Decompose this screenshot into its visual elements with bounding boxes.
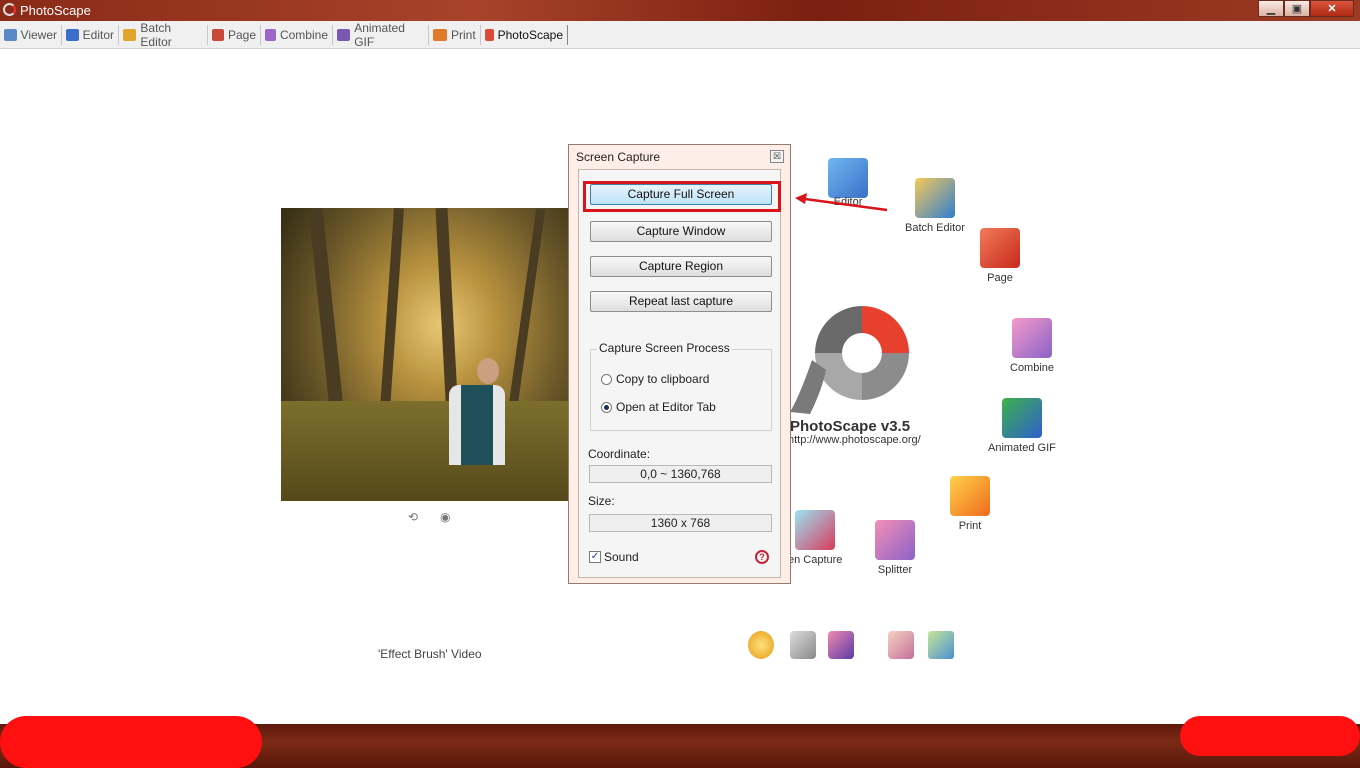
app-icon-screen-capture[interactable]: en Capture — [788, 510, 842, 566]
redaction-right — [1180, 716, 1360, 756]
logo-url[interactable]: http://www.photoscape.org/ — [788, 434, 921, 446]
redaction-left — [0, 716, 262, 768]
sound-checkbox[interactable]: ✓ — [589, 551, 601, 563]
tab-label: Editor — [82, 28, 114, 42]
tab-print[interactable]: Print — [429, 25, 481, 45]
radio-copy-to-clipboard[interactable]: Copy to clipboard — [601, 372, 709, 386]
refresh-icon[interactable]: ⟲ — [408, 511, 422, 523]
person-language-icon[interactable] — [828, 631, 854, 659]
red-arrow-annotation — [795, 193, 888, 212]
maximize-button[interactable]: ▣ — [1284, 0, 1310, 17]
help-icon[interactable]: ? — [755, 550, 769, 564]
person-question-icon[interactable] — [888, 631, 914, 659]
close-button[interactable]: ✕ — [1310, 0, 1354, 17]
sound-checkbox-row[interactable]: ✓ Sound — [589, 550, 639, 564]
tab-page[interactable]: Page — [208, 25, 261, 45]
size-field: 1360 x 768 — [589, 514, 772, 532]
print-icon — [433, 29, 447, 41]
tab-editor[interactable]: Editor — [62, 25, 119, 45]
combine-icon — [265, 29, 276, 41]
sound-label: Sound — [604, 550, 639, 564]
tab-label: Batch Editor — [140, 21, 172, 49]
tab-label: PhotoScape — [497, 28, 563, 42]
app-icon-page[interactable]: Page — [980, 228, 1020, 284]
capture-process-group — [590, 349, 772, 431]
tab-animated-gif[interactable]: Animated GIF — [333, 21, 429, 49]
batch-editor-icon — [123, 29, 137, 41]
tab-label: Animated GIF — [354, 21, 405, 49]
screen-capture-dialog: Screen Capture ☒ Capture Full Screen Cap… — [568, 144, 791, 584]
batch-editor-icon — [914, 178, 955, 218]
tab-viewer[interactable]: Viewer — [0, 25, 62, 45]
combine-icon — [1012, 318, 1053, 358]
size-label: Size: — [588, 494, 615, 508]
logo-title: PhotoScape v3.5 — [790, 418, 911, 435]
help-question-icon[interactable] — [748, 631, 774, 659]
tab-label: Page — [227, 28, 256, 42]
tab-combine[interactable]: Combine — [261, 25, 333, 45]
tab-photoscape[interactable]: PhotoScape — [481, 25, 568, 45]
minimize-button[interactable]: ▁ — [1258, 0, 1284, 17]
page-icon — [212, 29, 224, 41]
dialog-title: Screen Capture — [576, 150, 661, 164]
capture-window-button[interactable]: Capture Window — [590, 221, 772, 242]
tab-label: Viewer — [20, 28, 57, 42]
tools-wrench-icon[interactable] — [790, 631, 816, 659]
capture-process-title: Capture Screen Process — [597, 341, 732, 355]
editor-camera-icon — [828, 158, 868, 198]
photoscape-logo-icon — [3, 3, 16, 16]
viewer-icon — [4, 29, 17, 41]
radio-button[interactable] — [601, 373, 612, 385]
dialog-close-button[interactable]: ☒ — [770, 150, 784, 163]
tab-bar: Viewer Editor Batch Editor Page Combine … — [0, 21, 1360, 49]
effect-brush-video-link[interactable]: 'Effect Brush' Video — [378, 647, 482, 661]
radio-button-selected[interactable] — [601, 401, 612, 413]
screen-capture-icon — [795, 510, 836, 550]
tab-batch-editor[interactable]: Batch Editor — [119, 21, 208, 49]
preview-photo[interactable] — [281, 208, 570, 501]
tab-label: Print — [451, 28, 476, 42]
splitter-icon — [875, 520, 915, 560]
editor-icon — [66, 29, 79, 41]
animated-gif-icon — [1001, 398, 1042, 438]
radio-label: Open at Editor Tab — [616, 400, 716, 414]
red-highlight-box — [583, 181, 781, 212]
radio-label: Copy to clipboard — [616, 372, 710, 386]
picture-icon[interactable] — [928, 631, 954, 659]
radio-open-at-editor-tab[interactable]: Open at Editor Tab — [601, 400, 716, 414]
window-title: PhotoScape — [20, 3, 91, 18]
photoscape-icon — [485, 29, 494, 41]
dialog-body: Capture Full Screen Capture Window Captu… — [578, 169, 781, 578]
app-icon-batch-editor[interactable]: Batch Editor — [905, 178, 965, 234]
app-icon-combine[interactable]: Combine — [1010, 318, 1054, 374]
tab-label: Combine — [279, 28, 328, 42]
animated-gif-icon — [337, 29, 351, 41]
capture-region-button[interactable]: Capture Region — [590, 256, 772, 277]
title-bar: PhotoScape ▁ ▣ ✕ — [0, 0, 1360, 21]
repeat-last-capture-button[interactable]: Repeat last capture — [590, 291, 772, 312]
app-icon-animated-gif[interactable]: Animated GIF — [988, 398, 1056, 454]
eye-icon[interactable]: ◉ — [440, 511, 454, 523]
printer-icon — [950, 476, 990, 516]
window-controls: ▁ ▣ ✕ — [1258, 0, 1354, 17]
coordinate-label: Coordinate: — [588, 447, 651, 461]
app-icon-print[interactable]: Print — [950, 476, 990, 532]
page-icon — [980, 228, 1020, 268]
app-icon-splitter[interactable]: Splitter — [875, 520, 915, 576]
coordinate-field: 0,0 ~ 1360,768 — [589, 465, 772, 483]
